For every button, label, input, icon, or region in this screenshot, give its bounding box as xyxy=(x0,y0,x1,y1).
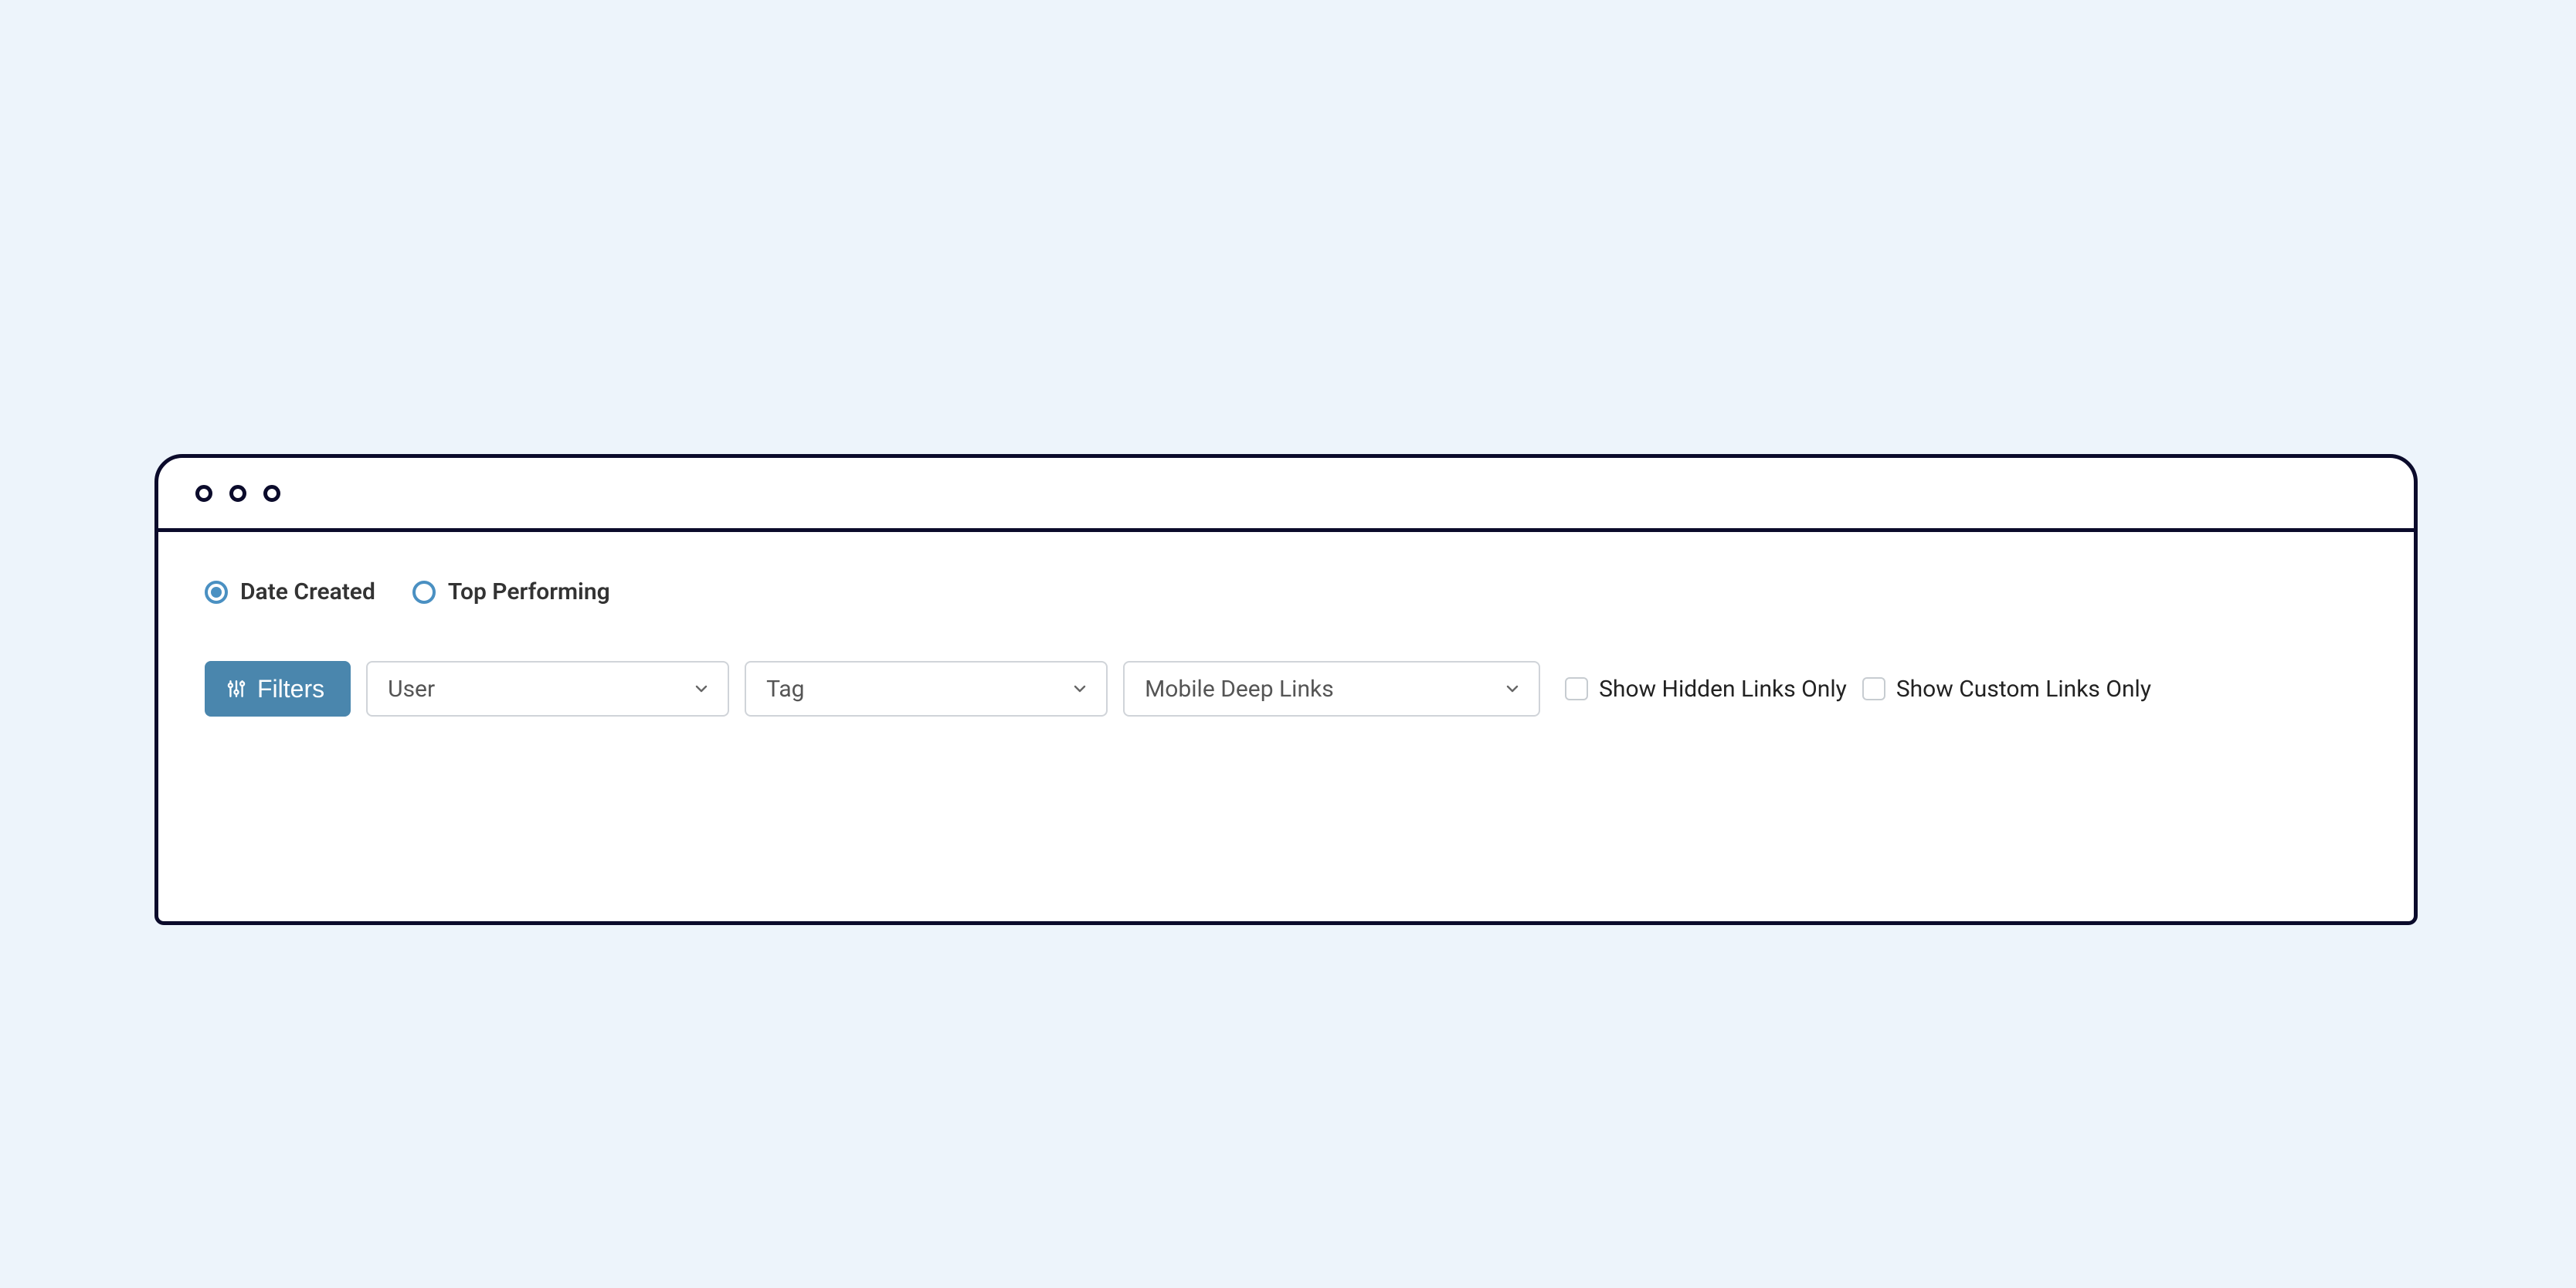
dropdown-label: Tag xyxy=(766,676,804,703)
user-dropdown[interactable]: User xyxy=(366,661,729,717)
filters-button-label: Filters xyxy=(257,675,324,703)
filter-panel: Date Created Top Performing xyxy=(158,532,2414,747)
filter-controls: Filters User Tag Mobile Deep Links xyxy=(205,661,2367,717)
dropdown-label: Mobile Deep Links xyxy=(1145,676,1334,703)
radio-date-created[interactable]: Date Created xyxy=(205,578,375,605)
app-window: Date Created Top Performing xyxy=(154,454,2418,925)
tag-dropdown[interactable]: Tag xyxy=(745,661,1108,717)
checkbox-icon xyxy=(1862,677,1885,700)
dropdown-label: User xyxy=(388,676,435,703)
checkbox-label: Show Hidden Links Only xyxy=(1599,676,1847,703)
filters-button[interactable]: Filters xyxy=(205,661,351,717)
radio-top-performing[interactable]: Top Performing xyxy=(412,578,610,605)
window-titlebar xyxy=(158,458,2414,532)
show-hidden-links-checkbox[interactable]: Show Hidden Links Only xyxy=(1565,676,1847,703)
window-control-icon xyxy=(195,485,212,502)
chevron-down-icon xyxy=(1503,680,1522,698)
show-custom-links-checkbox[interactable]: Show Custom Links Only xyxy=(1862,676,2151,703)
radio-icon xyxy=(205,581,228,604)
window-control-icon xyxy=(263,485,280,502)
radio-icon xyxy=(412,581,436,604)
sliders-icon xyxy=(226,679,246,699)
mobile-deep-links-dropdown[interactable]: Mobile Deep Links xyxy=(1123,661,1540,717)
sort-options: Date Created Top Performing xyxy=(205,578,2367,605)
chevron-down-icon xyxy=(1071,680,1089,698)
window-control-icon xyxy=(229,485,246,502)
radio-dot-icon xyxy=(211,587,222,598)
checkbox-icon xyxy=(1565,677,1588,700)
radio-label: Date Created xyxy=(240,578,375,605)
checkbox-label: Show Custom Links Only xyxy=(1896,676,2151,703)
chevron-down-icon xyxy=(692,680,711,698)
radio-label: Top Performing xyxy=(448,578,610,605)
